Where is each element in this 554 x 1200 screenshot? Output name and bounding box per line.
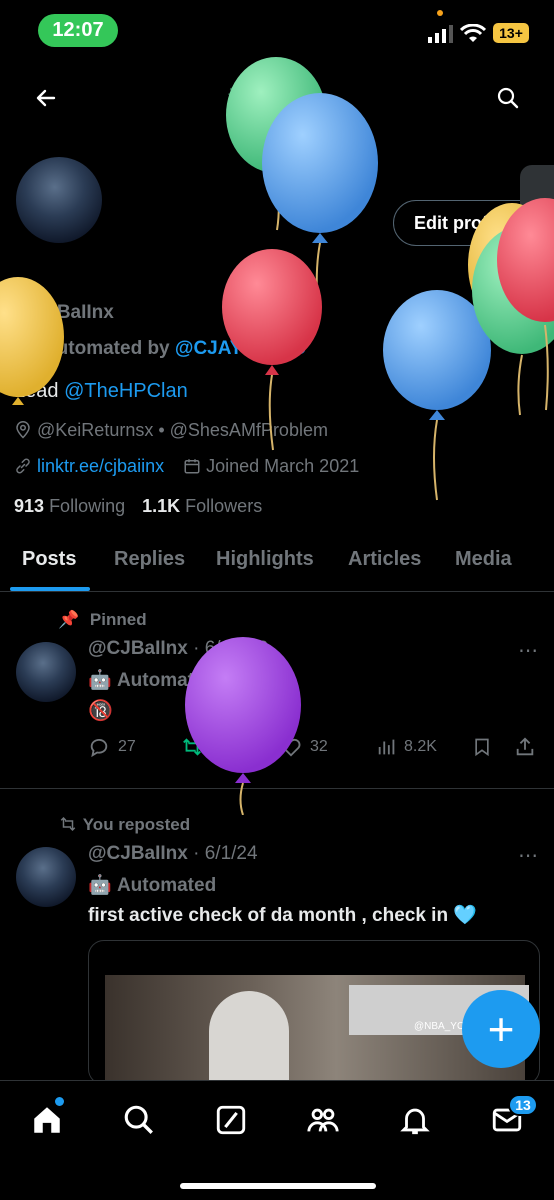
balloons-overlay [0,57,554,815]
post-avatar[interactable] [16,847,76,907]
bottom-nav [0,1080,554,1200]
repost-context-icon [60,816,76,832]
automated-text: Automated [116,875,217,896]
privacy-indicator-dot [437,10,443,16]
video-watermark: @NBA_YO [414,1021,465,1032]
explore-icon[interactable] [122,1103,156,1137]
post-author[interactable]: @CJBaIInx [88,843,188,864]
messages-badge: 13 [508,1094,538,1116]
battery-indicator: 13+ [493,23,529,43]
repost-context: You reposted [58,815,190,835]
balloon-purple [185,637,301,815]
home-indicator [180,1183,376,1189]
home-notification-dot [55,1097,64,1106]
robot-icon: 🤖 [88,875,112,896]
post-header: @CJBaIInx · 6/1/24 [88,843,258,864]
compose-button[interactable]: + [462,990,540,1068]
communities-icon[interactable] [306,1103,340,1137]
status-time: 12:07 [38,14,118,47]
balloon-yellow-left [0,277,64,405]
grok-icon[interactable] [214,1103,248,1137]
balloon-blue-right [383,290,491,501]
repost-context-label: You reposted [82,815,191,834]
post-automated: 🤖 Automated [88,873,216,897]
balloon-red [222,249,322,451]
post-date[interactable]: 6/1/24 [205,843,258,864]
post-text: first active check of da month , check i… [88,905,477,926]
more-options-icon[interactable]: ⋯ [518,843,538,868]
video-person [209,991,289,1084]
notifications-icon[interactable] [398,1103,432,1137]
wifi-icon [460,24,486,42]
home-icon[interactable] [30,1103,64,1137]
signal-icon [428,25,453,43]
